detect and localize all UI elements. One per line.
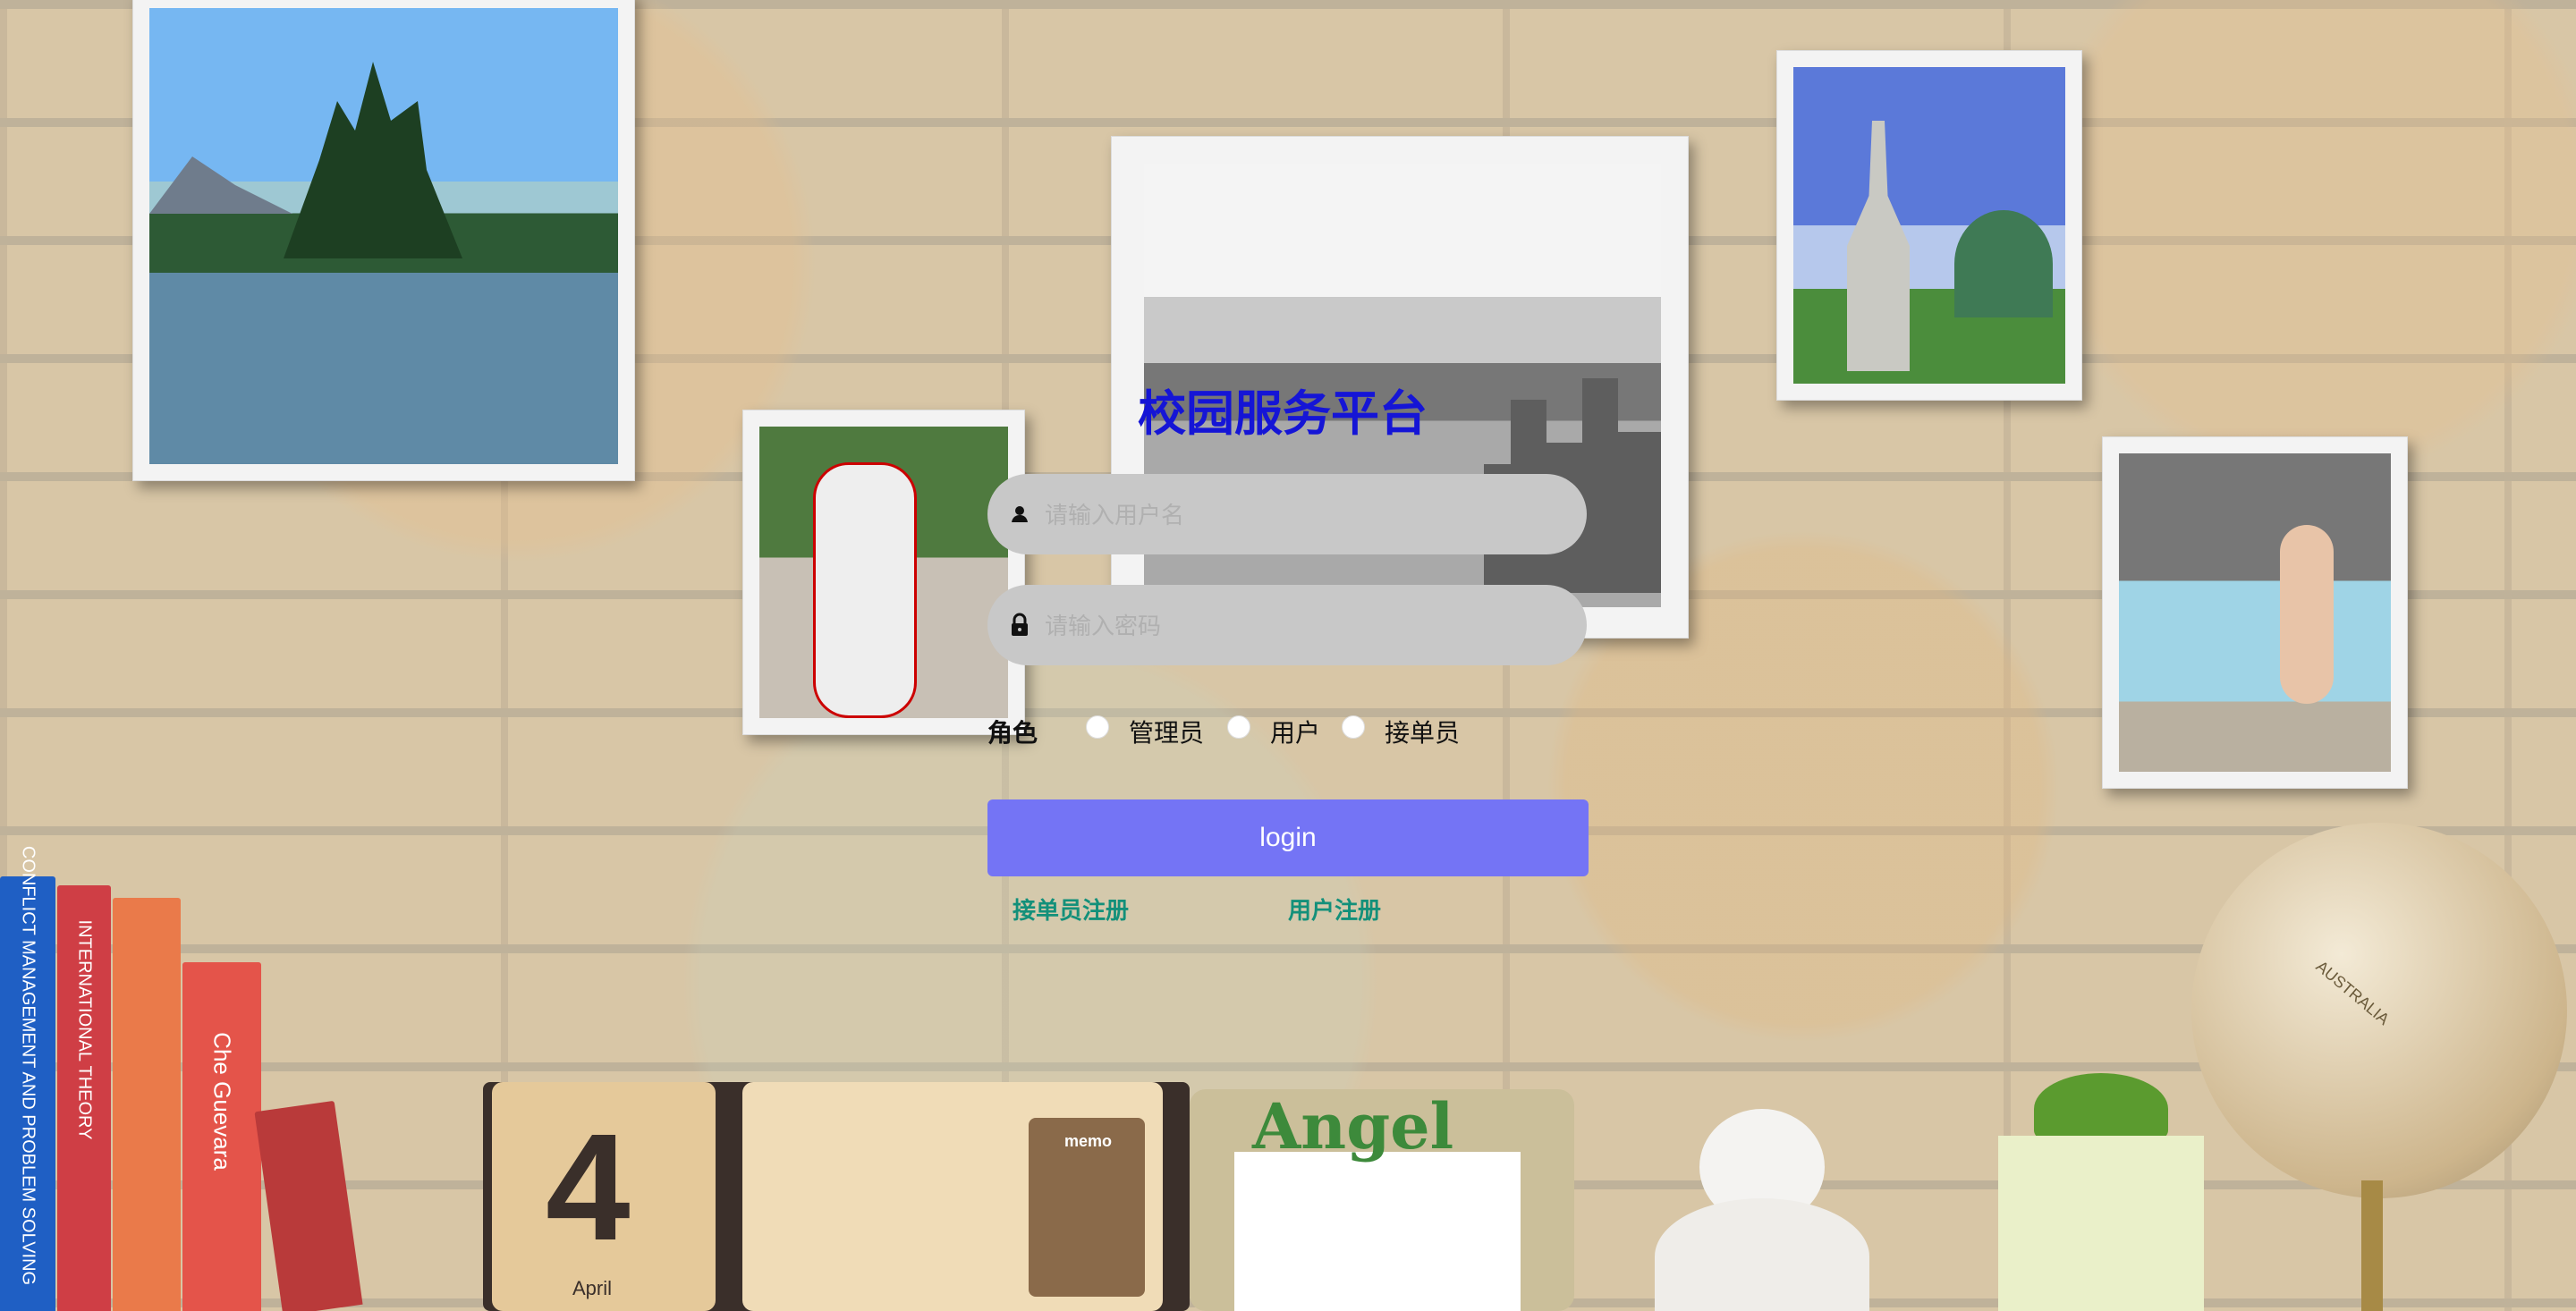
role-option-admin: 管理员 (1129, 719, 1205, 747)
username-input[interactable] (1043, 474, 1565, 556)
photo-lake-image (149, 8, 618, 464)
teddy-bear (1628, 1109, 1896, 1311)
calendar-day-card: 4 April (492, 1082, 716, 1311)
frame-inner (1234, 1152, 1521, 1311)
photo-baby-image (2119, 453, 2391, 772)
memo-card: memo (1029, 1118, 1145, 1297)
calendar-day-number: 4 (546, 1103, 631, 1273)
photo-statue (1776, 50, 2082, 401)
role-label: 角色 (987, 719, 1038, 747)
memo-label: memo (1064, 1132, 1113, 1150)
photo-street-image (759, 427, 1008, 718)
plant-pot (1998, 1073, 2204, 1311)
photo-lake (132, 0, 635, 481)
calendar-month-grid: memo (742, 1082, 1163, 1311)
desk-calendar: 4 April memo (483, 1082, 1190, 1311)
book-blue: CONFLICT MANAGEMENT AND PROBLEM SOLVING (0, 846, 55, 1311)
password-input[interactable] (1043, 585, 1565, 667)
role-radio-user[interactable] (1227, 715, 1250, 739)
role-option-user: 用户 (1270, 719, 1321, 747)
photo-baby (2102, 436, 2408, 789)
desk-decoration: CONFLICT MANAGEMENT AND PROBLEM SOLVING … (0, 823, 2576, 1311)
role-selector: 角色 管理员 用户 接单员 (987, 710, 1524, 747)
book-red: INTERNATIONAL THEORY (57, 885, 111, 1311)
book-coral: Che Guevara (182, 962, 261, 1311)
role-option-courier: 接单员 (1385, 719, 1461, 747)
role-radio-admin[interactable] (1086, 715, 1109, 739)
photo-statue-image (1793, 67, 2065, 384)
photo-street (742, 410, 1025, 735)
calendar-month: April (572, 1277, 613, 1299)
lock-icon (1005, 611, 1034, 639)
book-title-che: Che Guevara (208, 1032, 236, 1171)
role-radio-courier[interactable] (1342, 715, 1365, 739)
login-page: 校园服务平台 角色 管理员 用户 接单员 login 接单员注册 用户注册 CO… (0, 0, 2576, 1311)
username-field[interactable] (987, 474, 1587, 556)
user-icon (1005, 500, 1034, 529)
globe: AUSTRALIA (2191, 823, 2576, 1311)
globe-stand (2361, 1180, 2383, 1311)
page-title: 校园服务平台 (1138, 387, 1428, 441)
angel-photo-frame: Angel (1190, 1089, 1574, 1311)
frame-label: Angel (1252, 1089, 1454, 1163)
book-small-red (254, 1100, 363, 1311)
book-title-conflict: CONFLICT MANAGEMENT AND PROBLEM SOLVING (18, 845, 38, 1286)
book-orange (113, 898, 181, 1311)
book-title-international: INTERNATIONAL THEORY (74, 919, 95, 1140)
password-field[interactable] (987, 585, 1587, 667)
